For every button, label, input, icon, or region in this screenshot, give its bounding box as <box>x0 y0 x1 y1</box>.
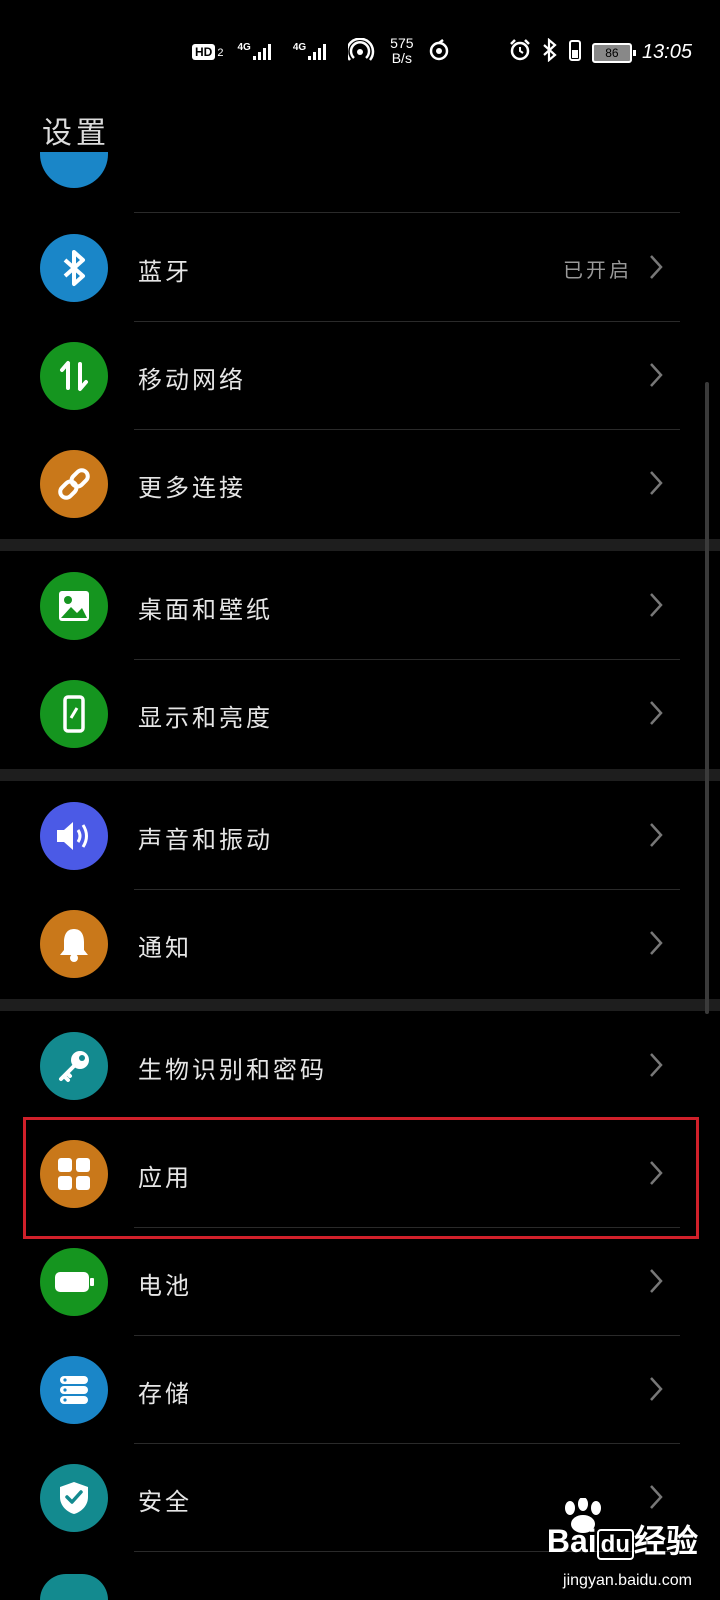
status-right: 86 13:05 <box>508 37 692 67</box>
chevron-right-icon <box>650 1053 663 1077</box>
chevron-right-icon <box>650 823 663 847</box>
settings-item-label: 声音和振动 <box>138 826 273 854</box>
wifi-icon-partial <box>40 152 108 188</box>
settings-item-desktop-wallpaper[interactable]: 桌面和壁纸 <box>0 552 720 660</box>
signal-icon-sim2: 4G <box>293 42 334 60</box>
net-speed: 575 B/s <box>390 35 414 66</box>
settings-item-label: 存储 <box>138 1380 192 1408</box>
phone-brightness-icon <box>40 680 108 748</box>
chevron-right-icon <box>650 701 663 725</box>
settings-item-label: 显示和亮度 <box>138 704 273 732</box>
watermark-url: jingyan.baidu.com <box>563 1572 692 1589</box>
settings-item-label: 生物识别和密码 <box>138 1056 327 1084</box>
bluetooth-icon <box>40 234 108 302</box>
settings-item-label: 通知 <box>138 934 192 962</box>
page-title: 设置 <box>42 116 110 151</box>
chevron-right-icon <box>650 593 663 617</box>
settings-item-biometrics-password[interactable]: 生物识别和密码 <box>0 1012 720 1120</box>
settings-item-storage[interactable]: 存储 <box>0 1336 720 1444</box>
hotspot-icon <box>345 36 376 65</box>
link-icon <box>40 450 108 518</box>
settings-item-value: 已开启 <box>563 258 632 282</box>
highlight-box <box>23 1117 699 1239</box>
chevron-right-icon <box>650 255 663 279</box>
storage-icon <box>40 1356 108 1424</box>
section-separator <box>0 999 720 1011</box>
chevron-right-icon <box>650 363 663 387</box>
scrollbar[interactable] <box>705 382 709 1014</box>
settings-item-bluetooth[interactable]: 蓝牙 已开启 <box>0 214 720 322</box>
status-left: HD 2 4G 4G 575 B/s <box>192 36 450 66</box>
signal-icon-sim1: 4G <box>237 42 278 60</box>
settings-item-more-connections[interactable]: 更多连接 <box>0 430 720 538</box>
key-icon <box>40 1032 108 1100</box>
battery-icon <box>40 1248 108 1316</box>
speaker-icon <box>40 802 108 870</box>
settings-item-label: 蓝牙 <box>138 258 192 286</box>
mobile-data-icon <box>40 342 108 410</box>
settings-item-display-brightness[interactable]: 显示和亮度 <box>0 660 720 768</box>
section-separator <box>0 539 720 551</box>
clock: 13:05 <box>641 41 692 63</box>
chevron-right-icon <box>650 1377 663 1401</box>
notification-app-icon <box>428 38 450 64</box>
baidu-watermark: Bai du 经验 jingyan.baidu.com <box>508 1498 698 1594</box>
settings-item-sound-vibration[interactable]: 声音和振动 <box>0 782 720 890</box>
image-icon <box>40 572 108 640</box>
section-separator <box>0 769 720 781</box>
settings-item-label: 更多连接 <box>138 474 246 502</box>
chevron-right-icon <box>650 931 663 955</box>
settings-item-mobile-network[interactable]: 移动网络 <box>0 322 720 430</box>
bluetooth-status-icon <box>542 37 558 67</box>
divider <box>134 212 680 213</box>
settings-item-label: 桌面和壁纸 <box>138 596 273 624</box>
settings-item-notifications[interactable]: 通知 <box>0 890 720 998</box>
chevron-right-icon <box>650 1485 663 1509</box>
hd-indicator: HD 2 <box>192 43 223 60</box>
settings-item-label: 电池 <box>138 1272 192 1300</box>
settings-item-label: 安全 <box>138 1488 192 1516</box>
chevron-right-icon <box>650 471 663 495</box>
shield-check-icon <box>40 1464 108 1532</box>
chevron-right-icon <box>650 1269 663 1293</box>
battery-indicator: 86 <box>591 42 636 63</box>
vibrate-battery-icon <box>568 38 582 67</box>
settings-item-label: 移动网络 <box>138 366 246 394</box>
alarm-icon <box>508 38 532 67</box>
bell-icon <box>40 910 108 978</box>
settings-item-battery[interactable]: 电池 <box>0 1228 720 1336</box>
watermark-brand: Bai du 经验 <box>546 1522 698 1560</box>
privacy-icon-partial <box>40 1574 108 1600</box>
status-bar: HD 2 4G 4G 575 B/s 86 13:05 <box>0 0 720 100</box>
